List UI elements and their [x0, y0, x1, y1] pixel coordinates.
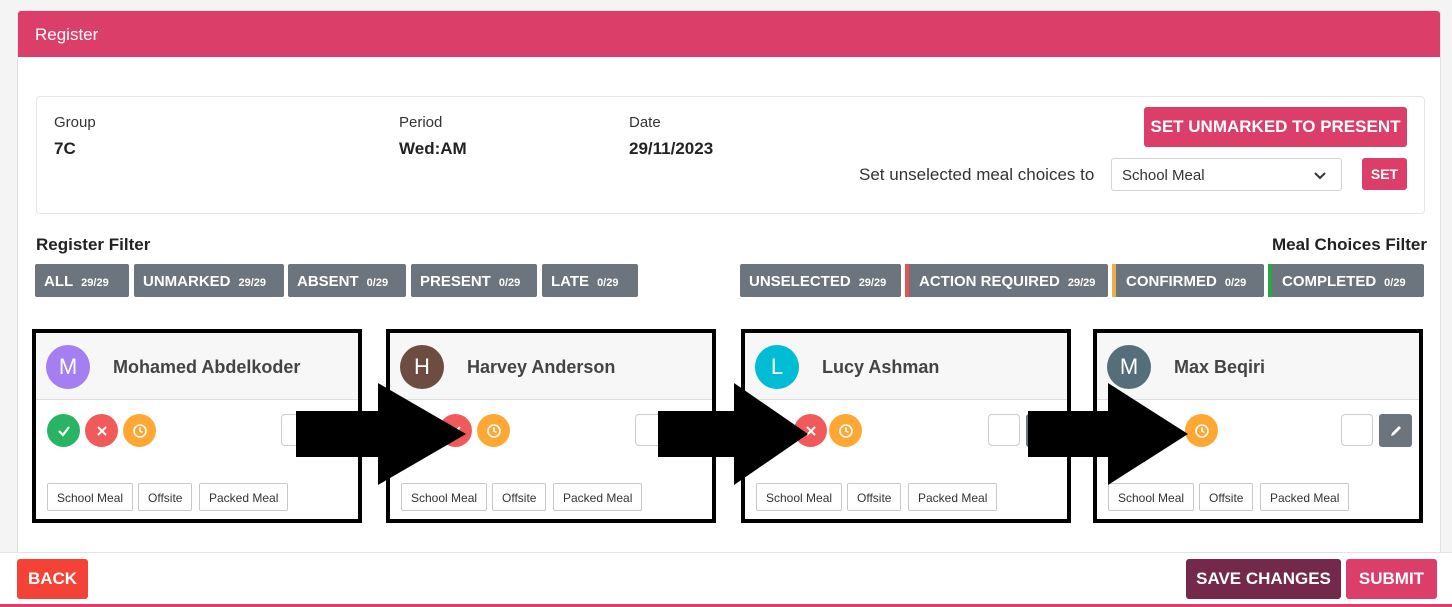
- footer-bar: BACK SAVE CHANGES SUBMIT: [0, 552, 1452, 607]
- filter-label: ALL: [44, 273, 74, 290]
- select-checkbox[interactable]: [988, 414, 1020, 446]
- chevron-down-icon: [1313, 168, 1327, 186]
- student-name: Max Beqiri: [1174, 357, 1266, 377]
- set-unmarked-to-present-button[interactable]: SET UNMARKED TO PRESENT: [1144, 107, 1407, 147]
- filter-present-chip[interactable]: PRESENT 0/29: [411, 264, 537, 297]
- check-icon: [57, 426, 70, 437]
- edit-button[interactable]: [1379, 414, 1412, 447]
- annotation-arrow: [296, 383, 466, 485]
- filter-count: 29/29: [1067, 277, 1096, 289]
- meal-option-school-meal[interactable]: School Meal: [756, 483, 843, 511]
- filter-late-chip[interactable]: LATE 0/29: [542, 264, 638, 297]
- meal-option-packed-meal[interactable]: Packed Meal: [199, 483, 289, 511]
- select-checkbox[interactable]: [1341, 414, 1373, 446]
- save-changes-button[interactable]: SAVE CHANGES: [1186, 559, 1341, 599]
- meal-option-offsite[interactable]: Offsite: [1199, 483, 1254, 511]
- register-filter-title: Register Filter: [36, 235, 151, 254]
- group-label: Group: [54, 114, 96, 131]
- filter-completed-chip[interactable]: COMPLETED 0/29: [1268, 264, 1424, 297]
- filter-action-required-chip[interactable]: ACTION REQUIRED 29/29: [905, 264, 1108, 297]
- submit-button[interactable]: SUBMIT: [1346, 559, 1437, 599]
- meal-option-school-meal[interactable]: School Meal: [47, 483, 134, 511]
- avatar: M: [46, 345, 90, 389]
- date-label: Date: [629, 114, 661, 131]
- date-value: 29/11/2023: [629, 139, 714, 158]
- filter-label: LATE: [551, 273, 590, 290]
- annotation-arrow: [658, 383, 808, 485]
- filter-unselected-chip[interactable]: UNSELECTED 29/29: [740, 264, 901, 297]
- filter-count: 0/29: [1224, 277, 1247, 289]
- filter-all-chip[interactable]: ALL 29/29: [35, 264, 129, 297]
- filter-absent-chip[interactable]: ABSENT 0/29: [288, 264, 406, 297]
- filter-count: 0/29: [597, 277, 619, 289]
- filter-count: 29/29: [81, 277, 109, 289]
- mark-late-button[interactable]: [829, 414, 862, 447]
- filter-label: ABSENT: [297, 273, 359, 290]
- period-label: Period: [399, 114, 443, 131]
- meal-choice-select[interactable]: School Meal: [1111, 158, 1342, 191]
- meal-option-packed-meal[interactable]: Packed Meal: [1260, 483, 1350, 511]
- meal-choice-selected: School Meal: [1122, 167, 1205, 184]
- page-title: Register: [35, 25, 99, 44]
- meal-prompt-label: Set unselected meal choices to: [859, 165, 1095, 184]
- clock-icon: [838, 424, 853, 438]
- filter-label: COMPLETED: [1282, 273, 1377, 290]
- filter-label: PRESENT: [420, 273, 491, 290]
- meal-option-school-meal[interactable]: School Meal: [401, 483, 488, 511]
- x-icon: [96, 426, 107, 436]
- register-info-box: Group 7C Period Wed:AM Date 29/11/2023 S…: [36, 96, 1425, 214]
- filter-count: 29/29: [238, 277, 267, 289]
- annotation-arrow: [1028, 383, 1188, 485]
- mark-late-button[interactable]: [123, 414, 156, 447]
- status-stripe: [905, 264, 909, 297]
- meal-choices-filter-title: Meal Choices Filter: [1272, 235, 1427, 254]
- filter-label: UNMARKED: [143, 273, 231, 290]
- mark-late-button[interactable]: [477, 414, 510, 447]
- meal-option-offsite[interactable]: Offsite: [138, 483, 193, 511]
- status-stripe: [1112, 264, 1116, 297]
- clock-icon: [486, 424, 501, 438]
- set-meal-button[interactable]: SET: [1362, 158, 1407, 190]
- meal-option-packed-meal[interactable]: Packed Meal: [553, 483, 643, 511]
- student-name: Mohamed Abdelkoder: [113, 357, 301, 377]
- filter-label: ACTION REQUIRED: [919, 273, 1060, 290]
- student-name: Lucy Ashman: [822, 357, 940, 377]
- card-header: Register: [18, 11, 1440, 57]
- register-page: Register Group 7C Period Wed:AM Date 29/…: [0, 0, 1452, 607]
- filter-count: 29/29: [858, 277, 887, 289]
- student-name: Harvey Anderson: [467, 357, 616, 377]
- filter-label: CONFIRMED: [1126, 273, 1217, 290]
- filter-count: 0/29: [366, 277, 389, 289]
- filter-label: UNSELECTED: [749, 273, 851, 290]
- meal-option-offsite[interactable]: Offsite: [492, 483, 547, 511]
- filter-unmarked-chip[interactable]: UNMARKED 29/29: [134, 264, 284, 297]
- back-button[interactable]: BACK: [17, 559, 88, 599]
- pencil-icon: [1390, 426, 1401, 436]
- group-value: 7C: [54, 139, 76, 158]
- mark-present-button[interactable]: [47, 414, 80, 447]
- filter-count: 0/29: [1384, 277, 1406, 289]
- meal-option-school-meal[interactable]: School Meal: [1108, 483, 1195, 511]
- meal-option-packed-meal[interactable]: Packed Meal: [908, 483, 998, 511]
- mark-absent-button[interactable]: [85, 414, 118, 447]
- filter-count: 0/29: [498, 277, 521, 289]
- status-stripe: [1268, 264, 1272, 297]
- filter-confirmed-chip[interactable]: CONFIRMED 0/29: [1112, 264, 1264, 297]
- period-value: Wed:AM: [399, 139, 467, 158]
- clock-icon: [132, 424, 147, 438]
- meal-option-offsite[interactable]: Offsite: [847, 483, 902, 511]
